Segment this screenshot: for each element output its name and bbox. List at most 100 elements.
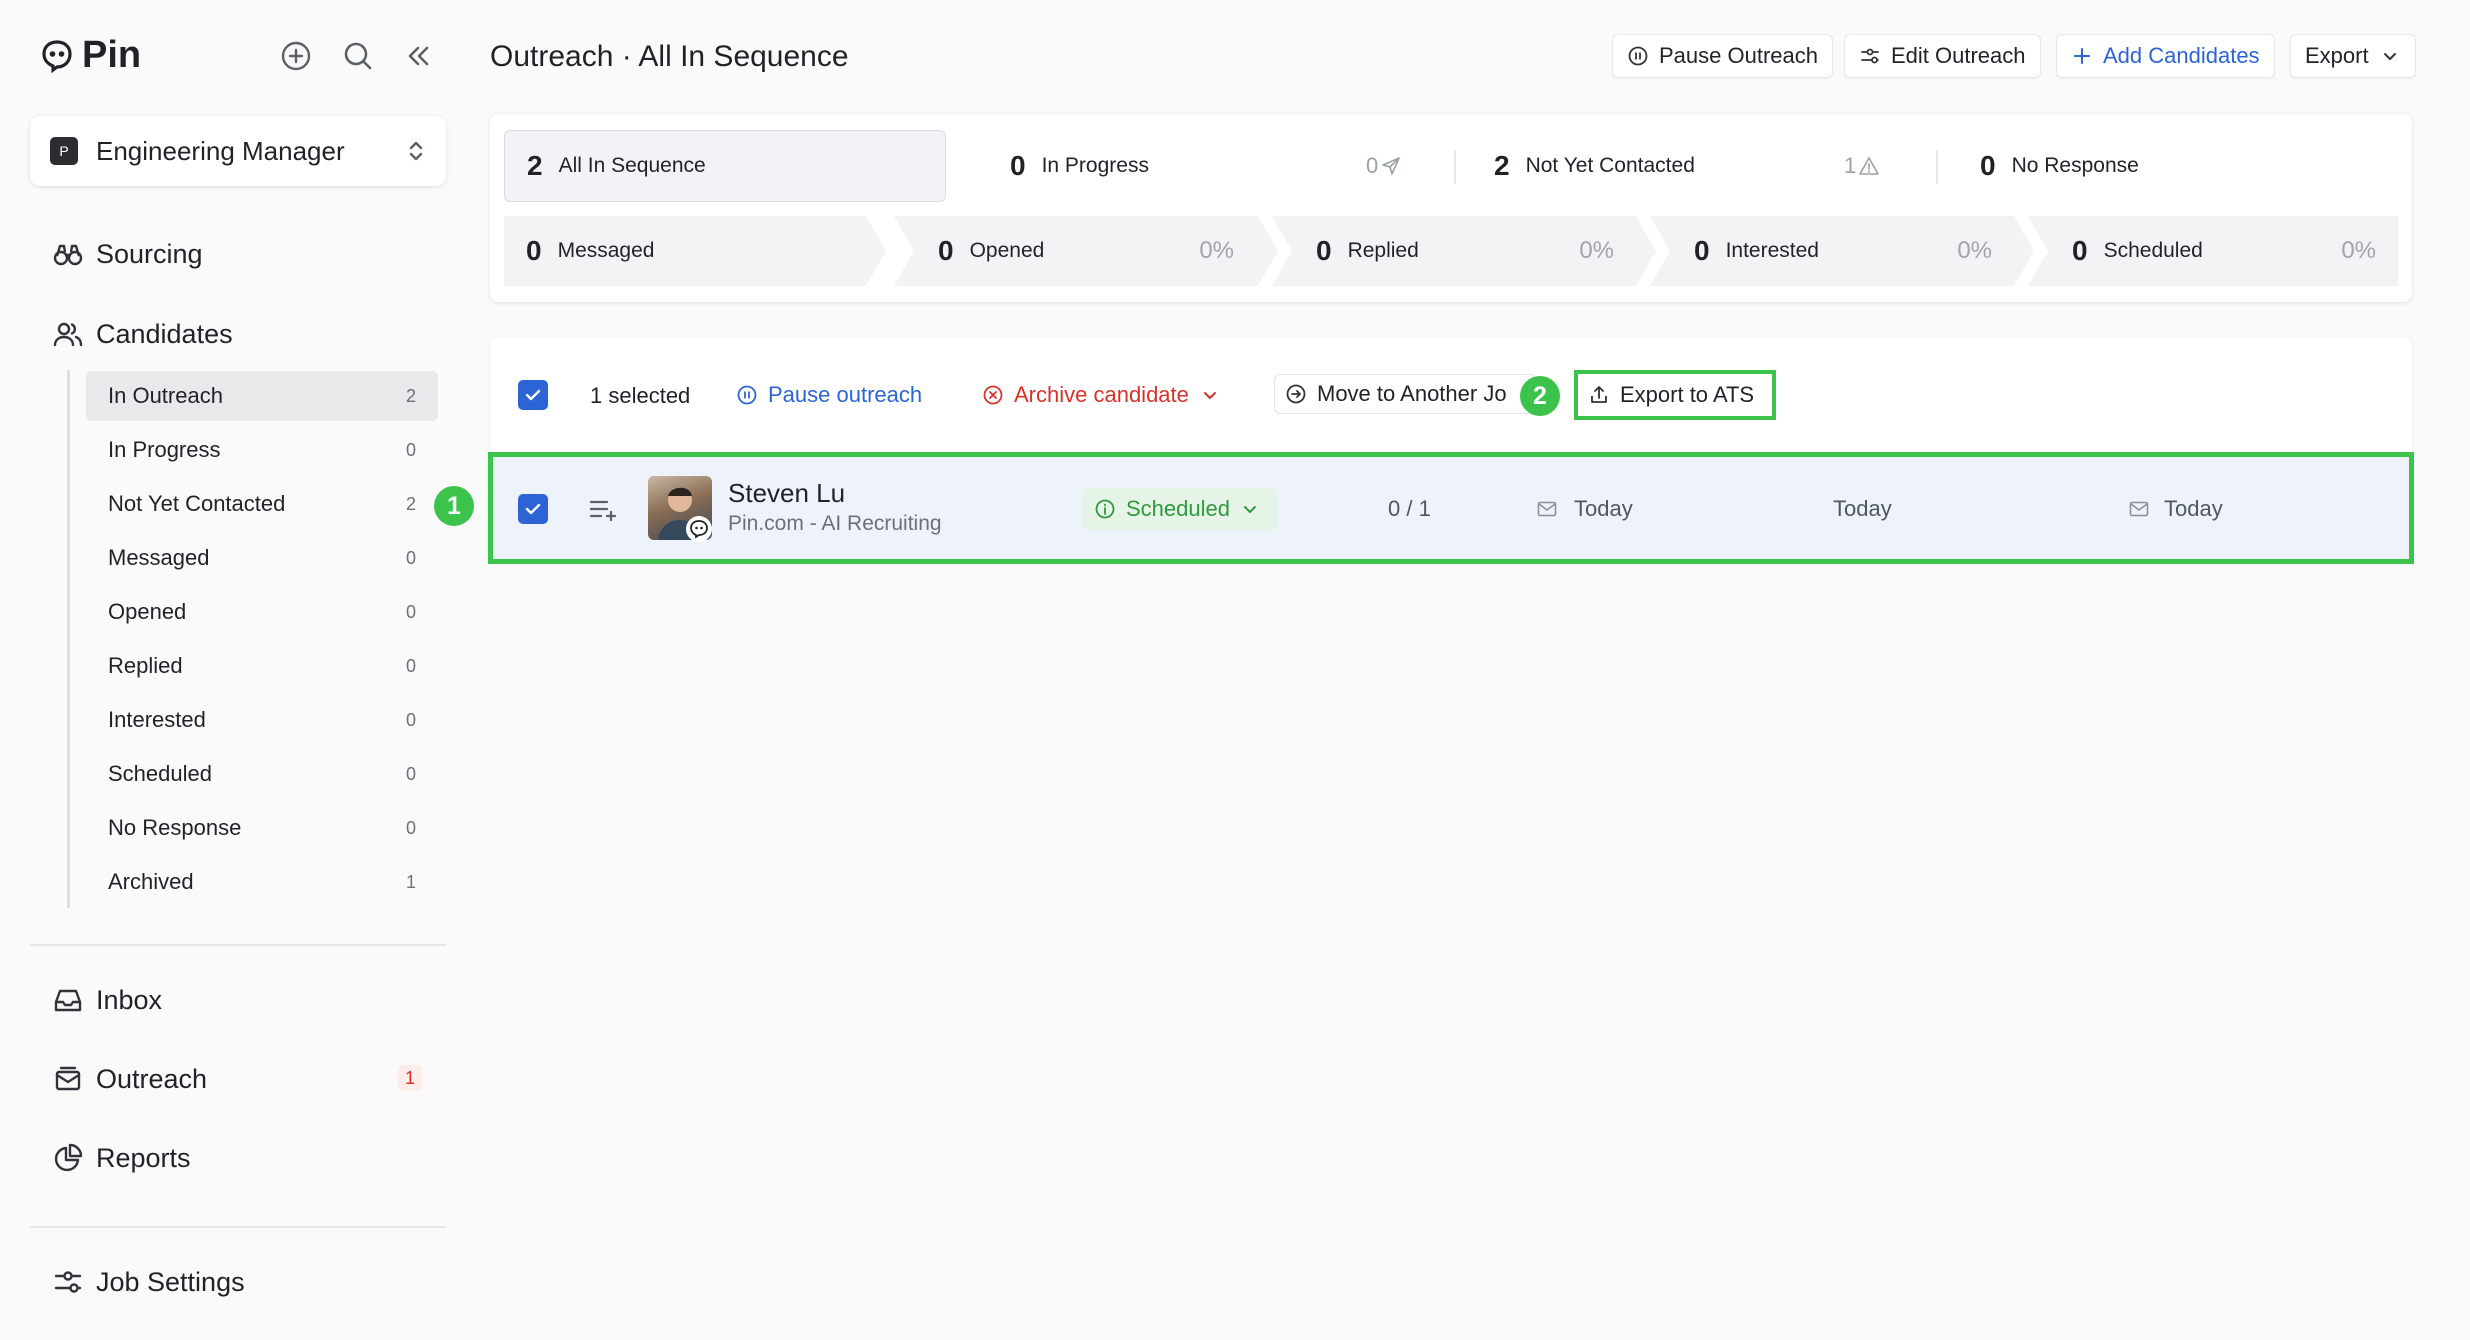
archive-candidate-button[interactable]: Archive candidate bbox=[972, 375, 1231, 415]
brand-logo[interactable]: Pin bbox=[40, 34, 141, 77]
stat-in-progress[interactable]: 0 In Progress 0 bbox=[1010, 130, 1410, 202]
candidate-name[interactable]: Steven Lu bbox=[728, 478, 845, 509]
pause-outreach-label: Pause Outreach bbox=[1659, 43, 1818, 68]
filter-replied[interactable]: Replied 0 bbox=[86, 641, 438, 691]
export-to-ats-button[interactable]: Export to ATS bbox=[1574, 370, 1776, 420]
add-candidates-button[interactable]: Add Candidates bbox=[2056, 34, 2275, 78]
filter-interested[interactable]: Interested 0 bbox=[86, 695, 438, 745]
arrow-right-circle-icon bbox=[1286, 384, 1306, 404]
filter-count: 0 bbox=[405, 817, 416, 838]
funnel-number: 0 bbox=[2072, 235, 2088, 266]
add-icon[interactable] bbox=[278, 38, 314, 74]
filter-count: 1 bbox=[405, 871, 416, 892]
filter-label: Opened bbox=[108, 599, 187, 624]
select-all-checkbox[interactable] bbox=[518, 380, 548, 410]
filter-not-yet-contacted[interactable]: Not Yet Contacted 2 bbox=[86, 479, 438, 529]
sequence-progress: 0 / 1 bbox=[1388, 496, 1431, 521]
upload-icon bbox=[1591, 386, 1607, 403]
inbox-icon bbox=[54, 989, 82, 1012]
nav-outreach-label: Outreach bbox=[96, 1063, 208, 1094]
funnel: 0 Messaged 0 Opened 0% 0 Replied 0% 0 In… bbox=[504, 216, 2398, 286]
binoculars-icon bbox=[53, 244, 83, 266]
outreach-count-badge: 1 bbox=[398, 1065, 422, 1091]
stat-number: 0 bbox=[1980, 150, 1996, 181]
filter-messaged[interactable]: Messaged 0 bbox=[86, 533, 438, 583]
stat-no-response[interactable]: 0 No Response bbox=[1980, 130, 2380, 202]
funnel-percent: 0% bbox=[1957, 237, 1992, 264]
status-label: Scheduled bbox=[1126, 496, 1230, 521]
updown-chevron-icon bbox=[409, 141, 423, 161]
candidate-company: Pin.com - AI Recruiting bbox=[728, 512, 942, 535]
filter-count: 2 bbox=[405, 385, 416, 406]
search-icon[interactable] bbox=[340, 38, 376, 74]
funnel-opened[interactable]: 0 Opened 0% bbox=[894, 216, 1278, 286]
funnel-percent: 0% bbox=[1579, 237, 1614, 264]
funnel-number: 0 bbox=[1316, 235, 1332, 266]
nav-job-settings-label: Job Settings bbox=[96, 1266, 245, 1297]
nav-candidates[interactable]: Candidates bbox=[52, 318, 233, 350]
status-dropdown[interactable]: Scheduled bbox=[1082, 488, 1278, 530]
stats-card: 2 All In Sequence 0 In Progress 0 2 Not … bbox=[490, 114, 2412, 302]
export-label: Export bbox=[2305, 43, 2369, 68]
collapse-sidebar-icon[interactable] bbox=[400, 38, 436, 74]
stat-number: 2 bbox=[1494, 150, 1510, 181]
brand-name: Pin bbox=[82, 34, 142, 76]
nav-reports-label: Reports bbox=[96, 1142, 191, 1173]
filter-scheduled[interactable]: Scheduled 0 bbox=[86, 749, 438, 799]
export-to-ats-label: Export to ATS bbox=[1620, 382, 1755, 407]
nav-inbox-label: Inbox bbox=[96, 984, 163, 1015]
filter-label: Interested bbox=[108, 707, 206, 732]
funnel-replied[interactable]: 0 Replied 0% bbox=[1272, 216, 1656, 286]
nav-reports[interactable]: Reports bbox=[52, 1142, 191, 1174]
funnel-number: 0 bbox=[526, 235, 542, 266]
edit-outreach-button[interactable]: Edit Outreach bbox=[1844, 34, 2041, 78]
stat-separator bbox=[1936, 150, 1938, 184]
filter-in-outreach[interactable]: In Outreach 2 bbox=[86, 371, 438, 421]
filter-label: Not Yet Contacted bbox=[108, 491, 286, 516]
funnel-number: 0 bbox=[1694, 235, 1710, 266]
stat-label: All In Sequence bbox=[558, 154, 706, 177]
pause-outreach-button[interactable]: Pause Outreach bbox=[1612, 34, 1833, 78]
stat-all-in-sequence[interactable]: 2 All In Sequence bbox=[504, 130, 946, 202]
filter-count: 0 bbox=[405, 655, 416, 676]
stat-label: Not Yet Contacted bbox=[1525, 154, 1695, 177]
chevron-down-icon bbox=[2383, 53, 2396, 60]
warning-icon bbox=[1859, 157, 1880, 175]
nav-candidates-label: Candidates bbox=[96, 318, 233, 349]
add-to-list-icon[interactable] bbox=[588, 496, 618, 522]
stat-side-value: 0 bbox=[1366, 153, 1379, 178]
nav-sourcing[interactable]: Sourcing bbox=[52, 238, 203, 270]
funnel-messaged[interactable]: 0 Messaged bbox=[504, 216, 886, 286]
export-dropdown-button[interactable]: Export bbox=[2290, 34, 2416, 78]
move-to-another-job-button[interactable]: Move to Another Jo bbox=[1274, 374, 1536, 414]
filter-opened[interactable]: Opened 0 bbox=[86, 587, 438, 637]
archive-candidate-label: Archive candidate bbox=[1014, 382, 1189, 407]
bulk-pause-outreach-button[interactable]: Pause outreach bbox=[726, 375, 932, 415]
stat-label: In Progress bbox=[1041, 154, 1149, 177]
row-checkbox[interactable] bbox=[518, 494, 548, 524]
funnel-interested[interactable]: 0 Interested 0% bbox=[1650, 216, 2034, 286]
last-sent-date: Today bbox=[1574, 496, 1633, 521]
filter-archived[interactable]: Archived 1 bbox=[86, 857, 438, 907]
funnel-percent: 0% bbox=[2341, 237, 2376, 264]
filter-count: 0 bbox=[405, 709, 416, 730]
page-title: Outreach · All In Sequence bbox=[490, 40, 849, 73]
filter-no-response[interactable]: No Response 0 bbox=[86, 803, 438, 853]
filter-in-progress[interactable]: In Progress 0 bbox=[86, 425, 438, 475]
funnel-label: Messaged bbox=[557, 239, 655, 262]
filter-label: No Response bbox=[108, 815, 242, 840]
nav-inbox[interactable]: Inbox bbox=[52, 984, 162, 1016]
nav-outreach[interactable]: Outreach bbox=[52, 1063, 207, 1095]
pin-logo-icon bbox=[42, 39, 72, 73]
nav-job-settings[interactable]: Job Settings bbox=[52, 1266, 245, 1298]
job-selector[interactable]: P Engineering Manager bbox=[30, 116, 446, 186]
x-circle-icon bbox=[983, 385, 1003, 405]
sidebar-divider bbox=[30, 944, 446, 946]
funnel-label: Interested bbox=[1725, 239, 1819, 262]
stat-side-value: 1 bbox=[1844, 153, 1857, 178]
filter-count: 0 bbox=[405, 439, 416, 460]
move-job-label: Move to Another Jo bbox=[1317, 381, 1507, 406]
funnel-scheduled[interactable]: 0 Scheduled 0% bbox=[2028, 216, 2398, 286]
stat-not-yet-contacted[interactable]: 2 Not Yet Contacted 1 bbox=[1494, 130, 1894, 202]
step-badge-1: 1 bbox=[434, 486, 474, 526]
